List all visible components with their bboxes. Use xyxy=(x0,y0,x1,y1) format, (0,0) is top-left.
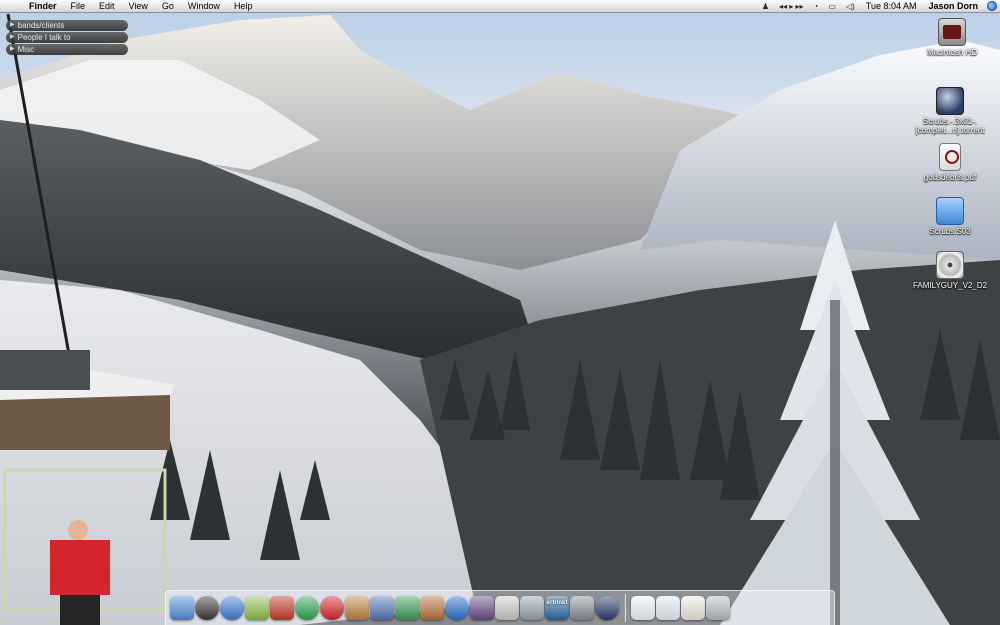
net-icon[interactable] xyxy=(595,596,619,620)
dock: ertrinkt xyxy=(165,590,835,625)
apple-icon[interactable] xyxy=(520,596,544,620)
desktop-icon-folder[interactable]: Scrubs.S03 xyxy=(910,197,990,236)
camera-icon[interactable] xyxy=(570,596,594,620)
desktop-icon-label: godsdebris.pdf xyxy=(923,173,977,182)
guitar-icon[interactable] xyxy=(420,596,444,620)
torrent-file-icon xyxy=(936,87,964,115)
document-icon[interactable] xyxy=(631,596,655,620)
itunes-icon[interactable] xyxy=(295,596,319,620)
disclosure-triangle-icon[interactable]: ▶ xyxy=(10,44,15,55)
volume-icon[interactable]: ◁) xyxy=(841,0,860,13)
sticky-item[interactable]: ▶ People I talk to xyxy=(6,32,128,43)
desktop-icon-label: Macintosh HD xyxy=(926,48,978,57)
menu-finder[interactable]: Finder xyxy=(22,0,64,13)
garageband-icon[interactable] xyxy=(395,596,419,620)
photoshop-icon[interactable] xyxy=(345,596,369,620)
dashboard-icon[interactable] xyxy=(195,596,219,620)
menu-view[interactable]: View xyxy=(122,0,155,13)
quicktime-player-icon[interactable] xyxy=(445,596,469,620)
desktop-icon-macintosh-hd[interactable]: Macintosh HD xyxy=(912,18,992,57)
sticky-item[interactable]: ▶ Misc xyxy=(6,44,128,55)
transmission-icon[interactable] xyxy=(270,596,294,620)
trash-icon[interactable] xyxy=(706,596,730,620)
desktop-icon-label: Scrubs.S03 xyxy=(929,227,971,236)
photo-booth-icon[interactable] xyxy=(470,596,494,620)
sticky-notes-list: ▶ bands/clients ▶ People I talk to ▶ Mis… xyxy=(6,20,128,56)
desktop-icon-dvd[interactable]: FAMILYGUY_V2_D2 xyxy=(910,251,990,290)
menu-file[interactable]: File xyxy=(64,0,93,13)
sticky-item[interactable]: ▶ bands/clients xyxy=(6,20,128,31)
wallpaper xyxy=(0,13,1000,625)
desktop-icon-label: FAMILYGUY_V2_D2 xyxy=(912,281,988,290)
sticky-item-label: Misc xyxy=(17,45,35,54)
hard-drive-icon xyxy=(938,18,966,46)
dvd-icon xyxy=(936,251,964,279)
spotlight-icon[interactable] xyxy=(984,0,1000,13)
document-icon[interactable] xyxy=(681,596,705,620)
sticky-item-label: bands/clients xyxy=(17,21,65,30)
itunes-controls-icon[interactable]: ◂◂ ▸ ▸▸ xyxy=(774,0,809,13)
menu-edit[interactable]: Edit xyxy=(92,0,122,13)
document-icon[interactable] xyxy=(656,596,680,620)
dock-separator xyxy=(624,594,626,622)
ipod-icon[interactable] xyxy=(495,596,519,620)
disclosure-triangle-icon[interactable]: ▶ xyxy=(10,20,15,31)
safari-icon[interactable] xyxy=(220,596,244,620)
wifi-icon[interactable]: ◔ xyxy=(809,0,824,13)
menu-extras: ♟ ◂◂ ▸ ▸▸ ◔ ▭ ◁) Tue 8:04 AM Jason Dorn xyxy=(757,0,1000,13)
preview-icon[interactable] xyxy=(370,596,394,620)
desktop-icon-pdf[interactable]: godsdebris.pdf xyxy=(910,143,990,182)
menu-window[interactable]: Window xyxy=(181,0,227,13)
disclosure-triangle-icon[interactable]: ▶ xyxy=(10,32,15,43)
finder-icon[interactable] xyxy=(170,596,194,620)
menu-clock[interactable]: Tue 8:04 AM xyxy=(860,1,923,11)
desktop xyxy=(0,0,1000,625)
folder-icon xyxy=(936,197,964,225)
desktop-icon-label: Scrubs.-.3x01-. [complet...n].torrent xyxy=(915,117,985,135)
display-icon[interactable]: ▭ xyxy=(823,0,841,13)
sticky-item-label: People I talk to xyxy=(17,33,71,42)
menu-go[interactable]: Go xyxy=(155,0,181,13)
ertrinkt-icon[interactable]: ertrinkt xyxy=(545,596,569,620)
pdf-file-icon xyxy=(939,143,961,171)
quicktime-icon[interactable] xyxy=(320,596,344,620)
adium-icon[interactable] xyxy=(245,596,269,620)
dock-item-label: ertrinkt xyxy=(546,600,568,606)
user-menu[interactable]: Jason Dorn xyxy=(922,1,984,11)
chess-menu-extra-icon[interactable]: ♟ xyxy=(757,0,774,13)
menu-help[interactable]: Help xyxy=(227,0,260,13)
desktop-icon-torrent[interactable]: Scrubs.-.3x01-. [complet...n].torrent xyxy=(910,87,990,135)
menu-bar: Finder File Edit View Go Window Help ♟ ◂… xyxy=(0,0,1000,13)
